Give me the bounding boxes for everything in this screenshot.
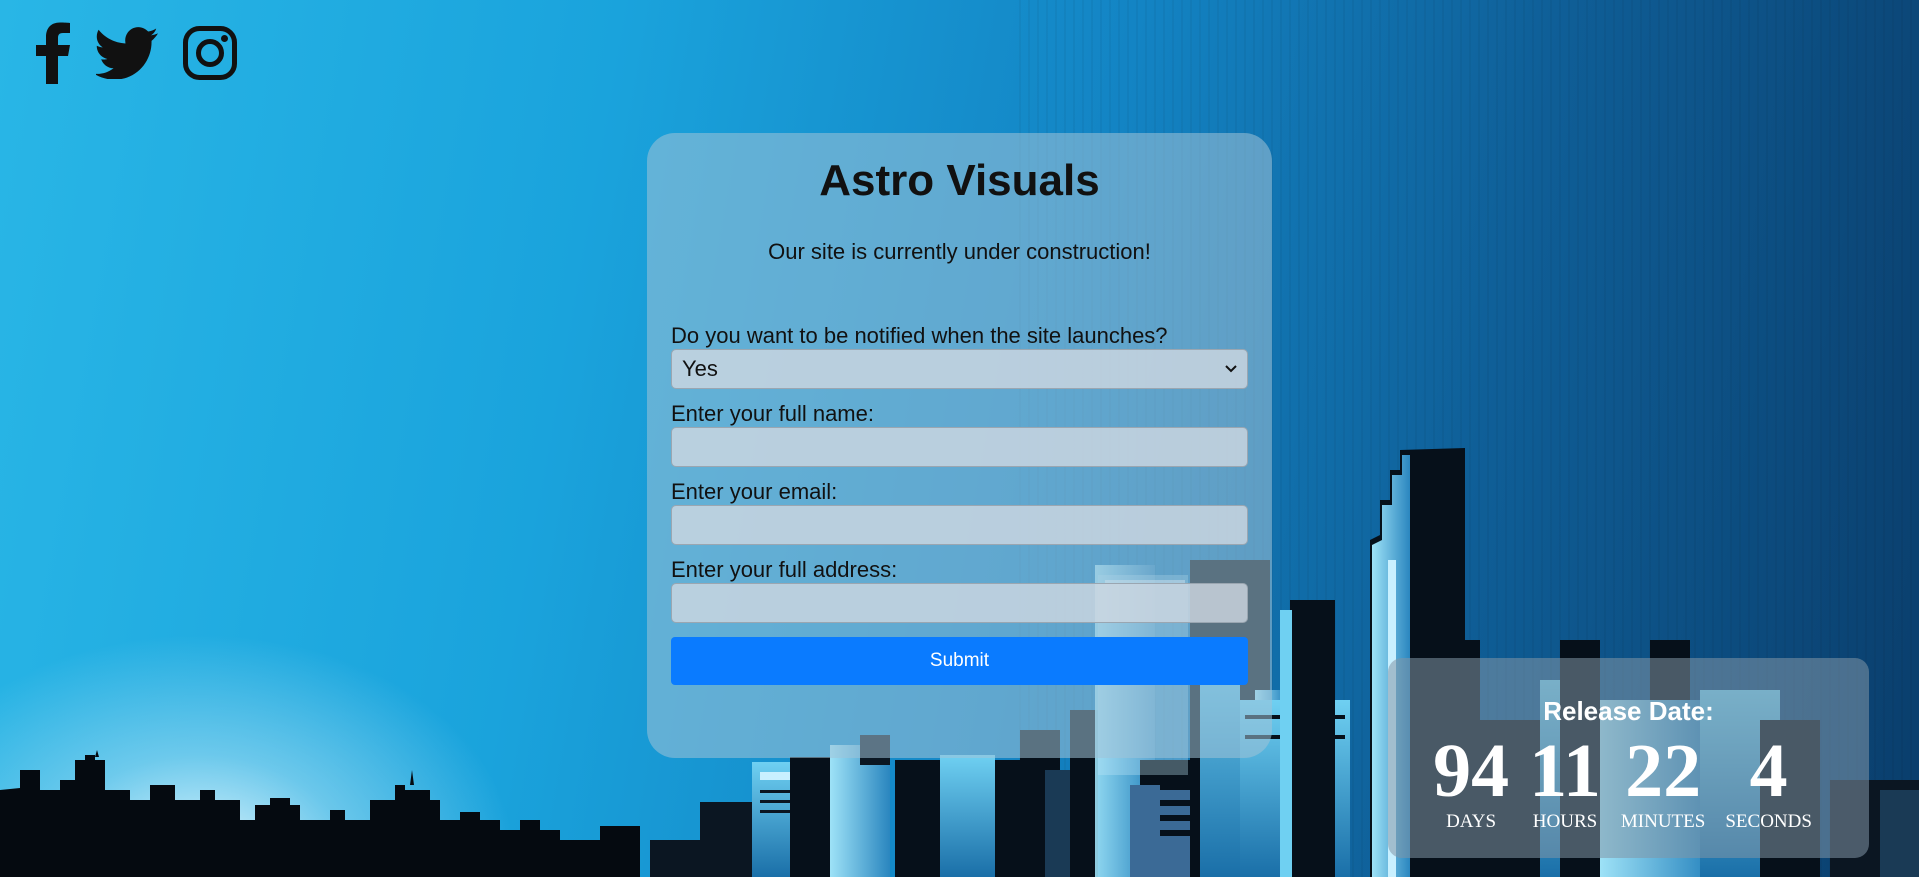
countdown-seconds: 4 SECONDS [1725,731,1812,833]
seconds-label: SECONDS [1725,811,1812,832]
twitter-icon [96,27,158,79]
construction-message: Our site is currently under construction… [768,239,1151,264]
name-label: Enter your full name: [671,401,874,426]
site-title: Astro Visuals [819,156,1100,205]
chevron-down-icon [1225,360,1237,378]
address-input[interactable] [671,583,1248,623]
days-value: 94 [1433,729,1510,813]
instagram-link[interactable] [182,25,238,81]
twitter-link[interactable] [96,27,158,79]
instagram-icon [183,26,237,80]
notify-select[interactable]: Yes [671,349,1248,389]
seconds-value: 4 [1749,729,1788,813]
release-title: Release Date: [1543,696,1714,726]
countdown-minutes: 22 MINUTES [1621,731,1705,833]
email-input[interactable] [671,505,1248,545]
full-name-input[interactable] [671,427,1248,467]
countdown-days: 94 DAYS [1433,731,1509,833]
address-label: Enter your full address: [671,557,898,582]
minutes-value: 22 [1625,729,1702,813]
facebook-link[interactable] [34,22,72,84]
minutes-label: MINUTES [1620,811,1706,832]
email-label: Enter your email: [671,479,838,504]
notify-select-value: Yes [682,356,718,381]
submit-button[interactable]: Submit [671,637,1248,685]
countdown-hours: 11 HOURS [1529,731,1601,833]
notify-label: Do you want to be notified when the site… [671,323,1168,348]
days-label: DAYS [1446,811,1497,832]
countdown-timer: 94 DAYS 11 HOURS 22 MINUTES 4 SECONDS [1388,731,1869,833]
social-links [34,22,238,84]
hours-label: HOURS [1532,811,1598,832]
hours-value: 11 [1529,729,1601,813]
notify-form: Do you want to be notified when the site… [671,323,1248,685]
facebook-icon [36,22,70,84]
release-countdown: Release Date: 94 DAYS 11 HOURS 22 MINUTE… [1388,658,1869,858]
signup-card: Astro Visuals Our site is currently unde… [647,133,1272,758]
